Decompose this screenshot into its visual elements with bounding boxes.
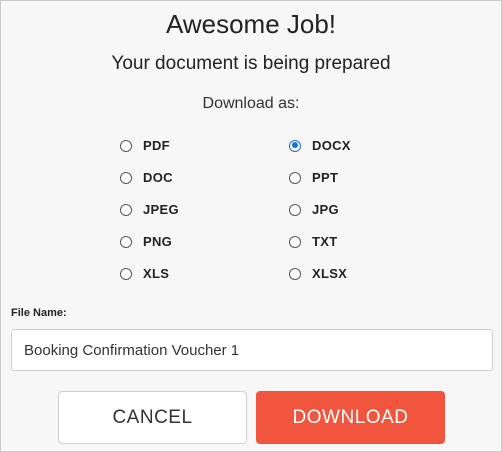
- format-option-png[interactable]: PNG: [120, 234, 172, 249]
- radio-xls[interactable]: [120, 267, 132, 280]
- format-label: PNG: [143, 234, 173, 249]
- format-label: DOC: [143, 170, 173, 185]
- format-option-doc[interactable]: DOC: [120, 170, 173, 185]
- format-option-docx[interactable]: DOCX: [289, 138, 351, 153]
- format-option-pdf[interactable]: PDF: [120, 138, 170, 153]
- format-label: XLSX: [312, 266, 348, 281]
- download-dialog: Awesome Job! Your document is being prep…: [0, 0, 502, 452]
- radio-docx[interactable]: [289, 139, 301, 152]
- radio-jpg[interactable]: [289, 203, 301, 216]
- dialog-subtitle: Your document is being prepared: [111, 53, 391, 74]
- format-option-xlsx[interactable]: XLSX: [289, 266, 347, 281]
- format-option-txt[interactable]: TXT: [289, 234, 337, 249]
- dialog-title: Awesome Job!: [165, 9, 337, 39]
- radio-pdf[interactable]: [120, 139, 132, 152]
- radio-xlsx[interactable]: [289, 267, 301, 280]
- download-button[interactable]: DOWNLOAD: [256, 391, 445, 444]
- file-name-input[interactable]: [11, 329, 493, 371]
- file-name-label: File Name:: [11, 307, 67, 319]
- radio-ppt[interactable]: [289, 171, 301, 184]
- download-as-label: Download as:: [202, 95, 300, 112]
- format-label: JPG: [312, 202, 339, 217]
- format-label: JPEG: [143, 202, 179, 217]
- format-option-ppt[interactable]: PPT: [289, 170, 338, 185]
- format-option-jpeg[interactable]: JPEG: [120, 202, 179, 217]
- format-label: XLS: [143, 266, 170, 281]
- format-label: DOCX: [312, 138, 351, 153]
- cancel-button[interactable]: CANCEL: [58, 391, 247, 444]
- format-label: PDF: [143, 138, 170, 153]
- format-label: PPT: [312, 170, 339, 185]
- format-label: TXT: [312, 234, 338, 249]
- radio-doc[interactable]: [120, 171, 132, 184]
- radio-jpeg[interactable]: [120, 203, 132, 216]
- radio-png[interactable]: [120, 235, 132, 248]
- format-option-xls[interactable]: XLS: [120, 266, 169, 281]
- format-option-jpg[interactable]: JPG: [289, 202, 339, 217]
- format-options: PDF DOC JPEG PNG XLS DOCX PPT JPG TXT XL…: [1, 133, 502, 293]
- radio-txt[interactable]: [289, 235, 301, 248]
